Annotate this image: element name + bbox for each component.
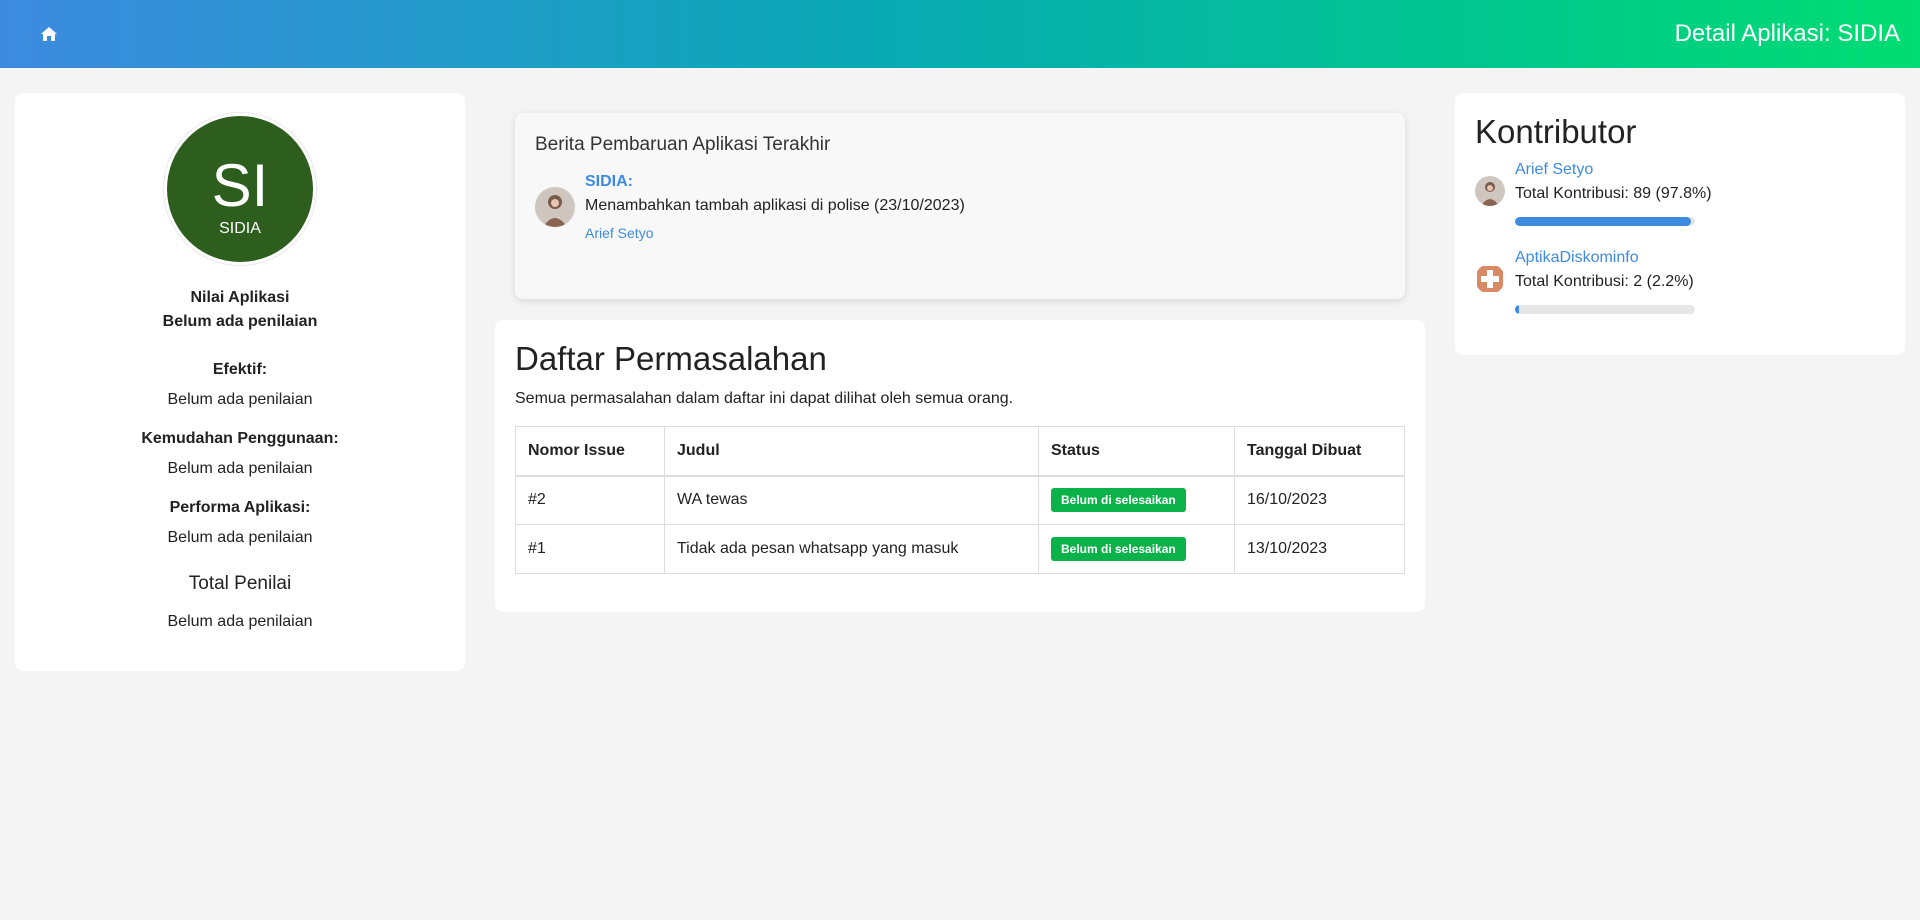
home-button[interactable] [38, 23, 60, 45]
contributors-card: Kontributor Arief Setyo Total Kontribusi… [1455, 93, 1905, 355]
issues-title: Daftar Permasalahan [515, 340, 827, 377]
kemudahan-label: Kemudahan Penggunaan: [141, 430, 339, 447]
kemudahan-value: Belum ada penilaian [167, 460, 313, 477]
performa-label: Performa Aplikasi: [169, 499, 311, 516]
author-avatar [535, 187, 575, 227]
column-header: Status [1038, 426, 1235, 477]
news-heading: Berita Pembaruan Aplikasi Terakhir [535, 134, 831, 155]
contributor-name-link[interactable]: AptikaDiskominfo [1515, 249, 1639, 267]
contributors-title: Kontributor [1475, 113, 1637, 150]
app-initials: SI [211, 152, 269, 219]
contributor-total: Total Kontribusi: 89 (97.8%) [1515, 185, 1712, 202]
issues-description: Semua permasalahan dalam daftar ini dapa… [515, 390, 1014, 407]
contribution-progress-bar [1515, 217, 1695, 226]
issue-date: 13/10/2023 [1234, 524, 1405, 574]
app-avatar: SI SIDIA [164, 113, 316, 265]
issues-table: Nomor Issue Judul Status Tanggal Dibuat … [515, 426, 1405, 574]
status-badge[interactable]: Belum di selesaikan [1051, 537, 1186, 561]
contribution-progress-fill [1515, 217, 1692, 226]
contributor-avatar [1475, 176, 1505, 206]
contributor-avatar [1475, 264, 1505, 294]
home-icon [41, 27, 57, 41]
news-card: Berita Pembaruan Aplikasi Terakhir SIDIA… [515, 113, 1405, 299]
performa-value: Belum ada penilaian [167, 529, 313, 546]
issue-date: 16/10/2023 [1234, 475, 1405, 525]
top-bar: Detail Aplikasi: SIDIA [0, 0, 1920, 68]
rating-value: Belum ada penilaian [162, 313, 318, 330]
column-header: Nomor Issue [515, 426, 665, 477]
news-text: Menambahkan tambah aplikasi di polise (2… [585, 197, 965, 214]
table-row[interactable]: #2 WA tewas Belum di selesaikan 16/10/20… [515, 475, 1405, 525]
rating-label: Nilai Aplikasi [190, 289, 290, 306]
column-header: Tanggal Dibuat [1234, 426, 1405, 477]
total-penilai-value: Belum ada penilaian [167, 613, 313, 630]
contributor-name-link[interactable]: Arief Setyo [1515, 161, 1593, 179]
efektif-value: Belum ada penilaian [167, 391, 313, 408]
issue-number: #1 [515, 524, 665, 574]
issue-status-cell: Belum di selesaikan [1038, 524, 1235, 574]
news-app-label: SIDIA: [585, 173, 633, 190]
issue-title: Tidak ada pesan whatsapp yang masuk [664, 524, 1039, 574]
issue-number: #2 [515, 475, 665, 525]
page-title: Detail Aplikasi: SIDIA [1674, 20, 1900, 47]
contributor-total: Total Kontribusi: 2 (2.2%) [1515, 273, 1694, 290]
total-penilai-label: Total Penilai [188, 573, 292, 594]
column-header: Judul [664, 426, 1039, 477]
issue-status-cell: Belum di selesaikan [1038, 475, 1235, 525]
app-avatar-name: SIDIA [219, 220, 261, 237]
contribution-progress-fill [1515, 305, 1519, 314]
contribution-progress-bar [1515, 305, 1695, 314]
table-header-row: Nomor Issue Judul Status Tanggal Dibuat [515, 426, 1405, 477]
table-row[interactable]: #1 Tidak ada pesan whatsapp yang masuk B… [515, 524, 1405, 574]
issue-title: WA tewas [664, 475, 1039, 525]
efektif-label: Efektif: [212, 361, 268, 378]
status-badge[interactable]: Belum di selesaikan [1051, 488, 1186, 513]
app-rating-card: SI SIDIA Nilai Aplikasi Belum ada penila… [15, 93, 465, 671]
issues-card: Daftar Permasalahan Semua permasalahan d… [495, 320, 1425, 612]
news-author-link[interactable]: Arief Setyo [585, 225, 653, 241]
